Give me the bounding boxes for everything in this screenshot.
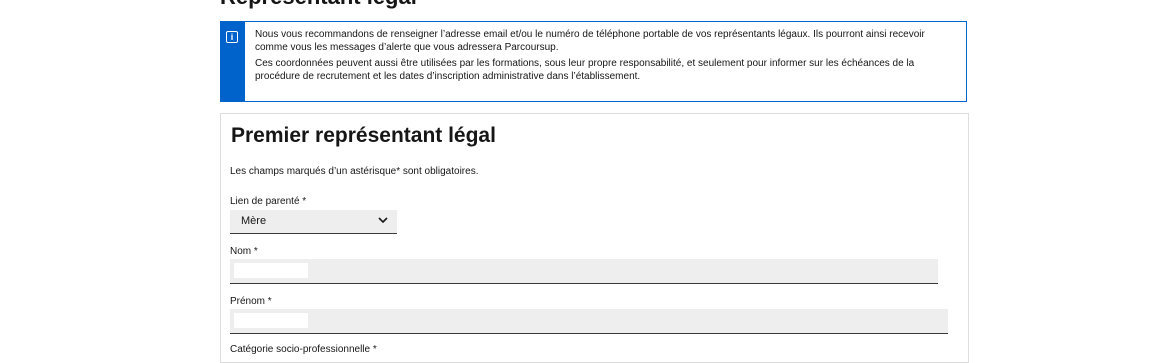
- notice-accent-bar: i: [221, 22, 245, 101]
- last-name-input[interactable]: [230, 259, 938, 284]
- page-heading: Représentant légal: [220, 0, 417, 10]
- relationship-label: Lien de parenté *: [230, 196, 307, 207]
- notice-text: Nous vous recommandons de renseigner l’a…: [255, 28, 955, 86]
- relationship-selected-value: Mère: [241, 215, 267, 227]
- redacted-value: [234, 313, 308, 328]
- last-name-label: Nom *: [230, 246, 258, 257]
- legal-representative-form: Premier représentant légal Les champs ma…: [220, 113, 969, 363]
- chevron-down-icon: [378, 217, 388, 224]
- first-name-label: Prénom *: [230, 296, 272, 307]
- info-icon: i: [226, 31, 238, 43]
- notice-paragraph: Ces coordonnées peuvent aussi être utili…: [255, 58, 915, 82]
- redacted-value: [234, 263, 308, 278]
- first-name-input[interactable]: [230, 309, 948, 334]
- required-fields-note: Les champs marqués d’un astérisque* sont…: [230, 166, 479, 177]
- notice-paragraph: Nous vous recommandons de renseigner l’a…: [255, 29, 925, 53]
- info-notice: i Nous vous recommandons de renseigner l…: [220, 21, 967, 102]
- form-title: Premier représentant légal: [231, 124, 496, 147]
- relationship-select[interactable]: Mère: [230, 210, 397, 234]
